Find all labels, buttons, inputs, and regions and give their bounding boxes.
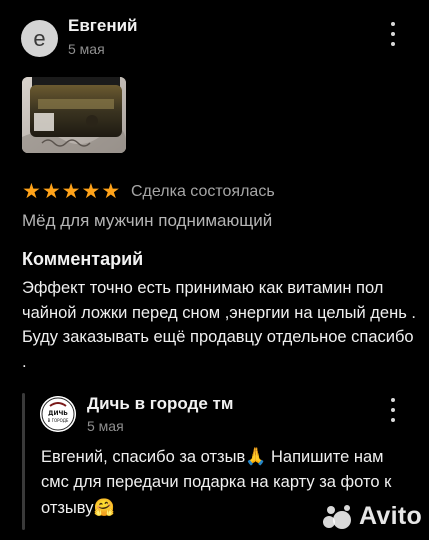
star-icon: ★ <box>81 180 101 203</box>
seller-name[interactable]: Дичь в городе тм <box>87 394 233 414</box>
review-date: 5 мая <box>68 41 105 57</box>
svg-text:ДИЧЬ: ДИЧЬ <box>48 410 68 417</box>
product-name[interactable]: Мёд для мужчин поднимающий <box>22 211 272 231</box>
reply-divider <box>22 393 25 530</box>
avito-wordmark: Avito <box>359 502 423 530</box>
seller-logo-icon: ДИЧЬ В ГОРОДЕ <box>40 396 76 432</box>
avatar-letter: е <box>33 25 46 51</box>
comment-heading: Комментарий <box>22 249 144 269</box>
avito-logo-icon <box>323 504 351 529</box>
reviewer-avatar[interactable]: е <box>21 20 58 57</box>
comment-text: Эффект точно есть принимаю как витамин п… <box>22 279 416 371</box>
reply-text-part1: Евгений, спасибо за отзыв <box>41 448 246 466</box>
star-icon: ★ <box>22 180 41 203</box>
avito-watermark: Avito <box>322 502 422 531</box>
star-icon: ★ <box>61 180 81 203</box>
deal-status: Сделка состоялась <box>131 183 275 200</box>
reply-date: 5 мая <box>87 418 124 434</box>
reviewer-name[interactable]: Евгений <box>68 16 138 36</box>
seller-avatar[interactable]: ДИЧЬ В ГОРОДЕ <box>40 396 76 432</box>
review-more-menu-icon[interactable] <box>386 22 400 46</box>
folded-hands-icon: 🙏 <box>245 447 267 466</box>
reply-more-menu-icon[interactable] <box>386 398 400 422</box>
star-icon: ★ <box>41 180 61 203</box>
star-icon: ★ <box>101 180 121 203</box>
jar-photo-image <box>22 77 126 153</box>
svg-text:В ГОРОДЕ: В ГОРОДЕ <box>48 418 69 423</box>
hugging-face-icon: 🤗 <box>93 498 115 517</box>
review-photo[interactable] <box>22 77 126 153</box>
rating-stars: ★ ★ ★ ★ ★ <box>22 181 120 203</box>
